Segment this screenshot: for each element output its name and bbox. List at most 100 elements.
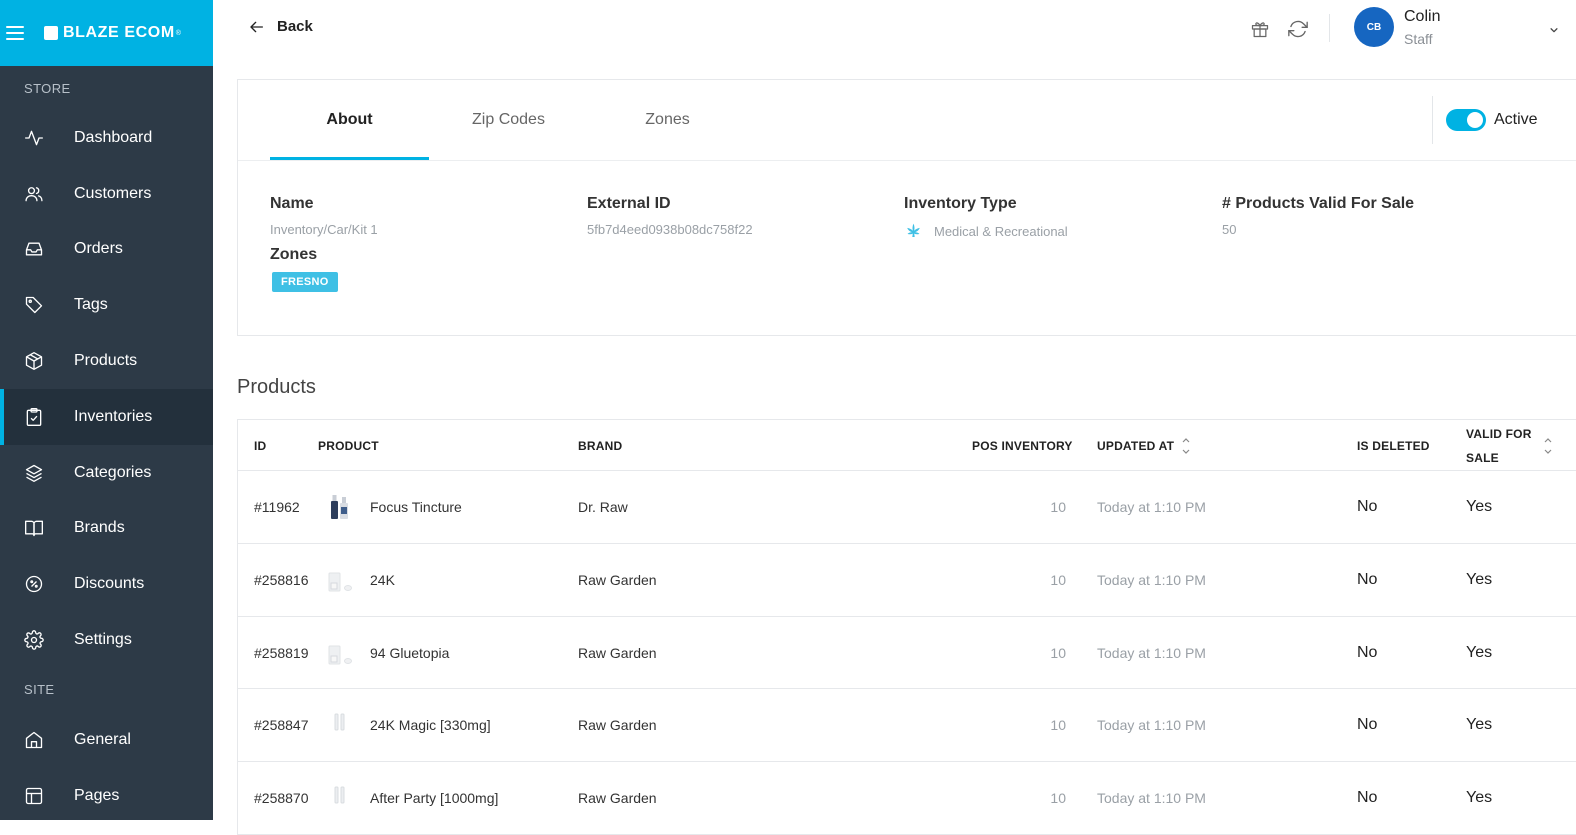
col-updated-at[interactable]: UPDATED AT (1097, 420, 1190, 471)
table-row[interactable]: #258819 94 Gluetopia Raw Garden 10 Today… (238, 617, 1576, 690)
row-updated-at: Today at 1:10 PM (1097, 717, 1206, 734)
product-thumbnail (326, 565, 354, 595)
row-valid-for-sale: Yes (1466, 716, 1493, 734)
sidebar-item-settings[interactable]: Settings (0, 612, 213, 668)
site-section-label: SITE (24, 682, 55, 698)
col-id[interactable]: ID (254, 420, 266, 471)
sidebar-item-label: Customers (74, 184, 152, 202)
row-pos-inventory: 10 (1050, 790, 1066, 807)
top-bar: Back CB Colin Staff (213, 0, 1576, 58)
gear-icon (24, 630, 44, 650)
chevron-down-icon[interactable] (1549, 22, 1559, 40)
row-product[interactable]: Focus Tincture (370, 471, 462, 543)
col-product[interactable]: PRODUCT (318, 420, 379, 471)
zones-field: Zones FRESNO (270, 246, 338, 292)
sort-icon[interactable] (1182, 436, 1190, 456)
row-brand: Raw Garden (578, 717, 657, 734)
sidebar-item-label: General (74, 730, 131, 748)
toggle-divider (1432, 96, 1433, 144)
valid-for-sale-field: # Products Valid For Sale 50 (1222, 195, 1414, 237)
sidebar-item-inventories[interactable]: Inventories (0, 388, 213, 445)
row-valid-for-sale: Yes (1466, 789, 1493, 807)
table-row[interactable]: #258870 After Party [1000mg] Raw Garden … (238, 762, 1576, 835)
sidebar-item-label: Discounts (74, 575, 145, 593)
external-id-value: 5fb7d4eed0938b08dc758f22 (587, 222, 753, 237)
col-updated-at-label: UPDATED AT (1097, 438, 1175, 453)
gift-icon[interactable] (1249, 18, 1271, 40)
sidebar-item-label: Categories (74, 463, 152, 481)
clipboard-check-icon (24, 407, 44, 427)
table-row[interactable]: #258847 24K Magic [330mg] Raw Garden 10 … (238, 689, 1576, 763)
sidebar-item-categories[interactable]: Categories (0, 445, 213, 501)
brand-logo[interactable]: BLAZE ECOM ® (44, 24, 182, 42)
zone-badge[interactable]: FRESNO (272, 272, 338, 292)
row-brand: Raw Garden (578, 790, 657, 807)
product-thumbnail (326, 638, 354, 668)
row-product[interactable]: 94 Gluetopia (370, 617, 449, 689)
valid-for-sale-label: # Products Valid For Sale (1222, 195, 1415, 212)
inventory-type-value: Medical & Recreational (934, 224, 1068, 239)
row-valid-for-sale: Yes (1466, 643, 1493, 661)
row-product[interactable]: 24K Magic [330mg] (370, 689, 491, 761)
table-row[interactable]: #258816 24K Raw Garden 10 Today at 1:10 … (238, 544, 1576, 617)
sidebar-item-label: Brands (74, 519, 125, 537)
sidebar-item-customers[interactable]: Customers (0, 166, 213, 222)
refresh-icon[interactable] (1287, 18, 1309, 40)
brand-name: BLAZE ECOM (63, 24, 175, 41)
tab-about[interactable]: About (270, 80, 429, 160)
inventory-type-value-row: Medical & Recreational (904, 222, 1068, 241)
sidebar-item-dashboard[interactable]: Dashboard (0, 110, 213, 166)
user-name[interactable]: Colin (1404, 8, 1440, 26)
zones-label: Zones (270, 246, 318, 263)
row-brand: Raw Garden (578, 644, 657, 661)
inventory-detail-card: About Zip Codes Zones Active Name Invent… (237, 79, 1576, 336)
row-id: #258819 (254, 644, 309, 661)
sort-icon[interactable] (1544, 420, 1552, 471)
back-button[interactable]: Back (249, 18, 313, 35)
col-valid-for-sale[interactable]: VALID FOR SALE (1466, 420, 1532, 471)
avatar[interactable]: CB (1354, 7, 1394, 47)
row-is-deleted: No (1357, 716, 1378, 734)
col-valid-label-1: VALID FOR (1466, 426, 1532, 441)
sidebar-item-general[interactable]: General (0, 712, 213, 768)
tab-zones[interactable]: Zones (588, 80, 747, 160)
row-pos-inventory: 10 (1050, 644, 1066, 661)
row-is-deleted: No (1357, 498, 1378, 515)
tab-zip-codes[interactable]: Zip Codes (429, 80, 588, 160)
active-toggle[interactable] (1446, 109, 1486, 131)
sidebar-item-brands[interactable]: Brands (0, 501, 213, 557)
row-pos-inventory: 10 (1050, 571, 1066, 588)
row-product[interactable]: After Party [1000mg] (370, 762, 498, 834)
name-field: Name Inventory/Car/Kit 1 (270, 195, 378, 237)
valid-for-sale-value: 50 (1222, 222, 1237, 237)
sidebar-item-pages[interactable]: Pages (0, 768, 213, 824)
row-valid-for-sale: Yes (1466, 570, 1493, 588)
col-brand[interactable]: BRAND (578, 420, 622, 471)
sidebar-item-orders[interactable]: Orders (0, 222, 213, 278)
row-updated-at: Today at 1:10 PM (1097, 499, 1206, 515)
users-icon (24, 184, 44, 204)
logo-icon (44, 26, 58, 40)
sidebar-item-tags[interactable]: Tags (0, 277, 213, 333)
row-updated-at: Today at 1:10 PM (1097, 790, 1206, 807)
activity-icon (24, 128, 44, 148)
tab-bar: About Zip Codes Zones (270, 80, 747, 160)
table-header: ID PRODUCT BRAND POS INVENTORY UPDATED A… (238, 420, 1576, 471)
row-brand: Dr. Raw (578, 499, 628, 515)
brand-mark: ® (175, 29, 182, 37)
row-is-deleted: No (1357, 570, 1378, 588)
row-id: #11962 (254, 499, 300, 515)
row-updated-at: Today at 1:10 PM (1097, 571, 1206, 588)
col-pos-inventory[interactable]: POS INVENTORY (972, 420, 1073, 471)
table-row[interactable]: #11962 Focus Tincture Dr. Raw 10 Today a… (238, 471, 1576, 544)
col-is-deleted[interactable]: IS DELETED (1357, 420, 1430, 471)
row-brand: Raw Garden (578, 571, 657, 588)
sidebar-item-products[interactable]: Products (0, 333, 213, 389)
sidebar-item-discounts[interactable]: Discounts (0, 556, 213, 612)
row-product[interactable]: 24K (370, 544, 395, 616)
inventory-type-field: Inventory Type Medical & Recreational (904, 195, 1068, 241)
home-icon (24, 730, 44, 750)
menu-icon[interactable] (6, 26, 24, 40)
products-table: ID PRODUCT BRAND POS INVENTORY UPDATED A… (237, 419, 1576, 835)
cannabis-leaf-icon (904, 222, 923, 241)
